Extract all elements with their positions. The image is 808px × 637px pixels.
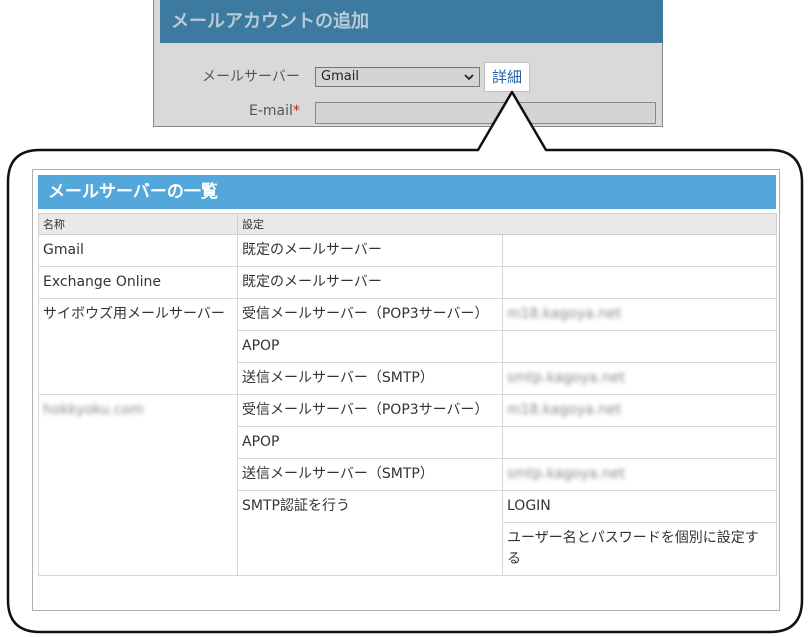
setting-label: APOP: [237, 330, 503, 363]
setting-value: ユーザー名とパスワードを個別に設定する: [502, 522, 777, 576]
header-setting: 設定: [237, 213, 777, 235]
table-header-row: 名称 設定: [38, 213, 777, 235]
setting-value: LOGIN: [502, 490, 777, 523]
setting-value-blurred: smtp.kagoya.net: [502, 362, 777, 395]
setting-label: 既定のメールサーバー: [237, 234, 503, 267]
setting-value-blurred: smtp.kagoya.net: [502, 458, 777, 491]
setting-value: [502, 426, 777, 459]
table-row: Gmail 既定のメールサーバー: [38, 234, 777, 267]
table-row: Exchange Online 既定のメールサーバー: [38, 266, 777, 299]
setting-value: [502, 330, 777, 363]
setting-value-blurred: m18.kagoya.net: [502, 298, 777, 331]
header-name: 名称: [38, 213, 238, 235]
setting-label: 受信メールサーバー（POP3サーバー）: [237, 394, 503, 427]
setting-value: [502, 266, 777, 299]
panel-title: メールサーバーの一覧: [38, 175, 776, 209]
setting-label: APOP: [237, 426, 503, 459]
setting-label: 受信メールサーバー（POP3サーバー）: [237, 298, 503, 331]
mail-server-table: 名称 設定 Gmail 既定のメールサーバー Exchange Online 既…: [38, 213, 777, 576]
setting-label: 送信メールサーバー（SMTP）: [237, 362, 503, 395]
server-name-gmail: Gmail: [38, 234, 238, 267]
setting-label: 送信メールサーバー（SMTP）: [237, 458, 503, 491]
server-name-cybozu: サイボウズ用メールサーバー: [38, 298, 238, 395]
setting-value: [502, 234, 777, 267]
server-name-exchange: Exchange Online: [38, 266, 238, 299]
setting-label: 既定のメールサーバー: [237, 266, 503, 299]
mail-server-list-panel: メールサーバーの一覧 名称 設定 Gmail 既定のメールサーバー Exchan…: [32, 169, 780, 611]
server-name-hokkyoku: hokkyoku.com: [38, 394, 238, 576]
table-row: hokkyoku.com 受信メールサーバー（POP3サーバー） m18.kag…: [38, 394, 777, 576]
setting-label: SMTP認証を行う: [237, 490, 503, 576]
table-row: サイボウズ用メールサーバー 受信メールサーバー（POP3サーバー） m18.ka…: [38, 298, 777, 395]
setting-value-blurred: m18.kagoya.net: [502, 394, 777, 427]
